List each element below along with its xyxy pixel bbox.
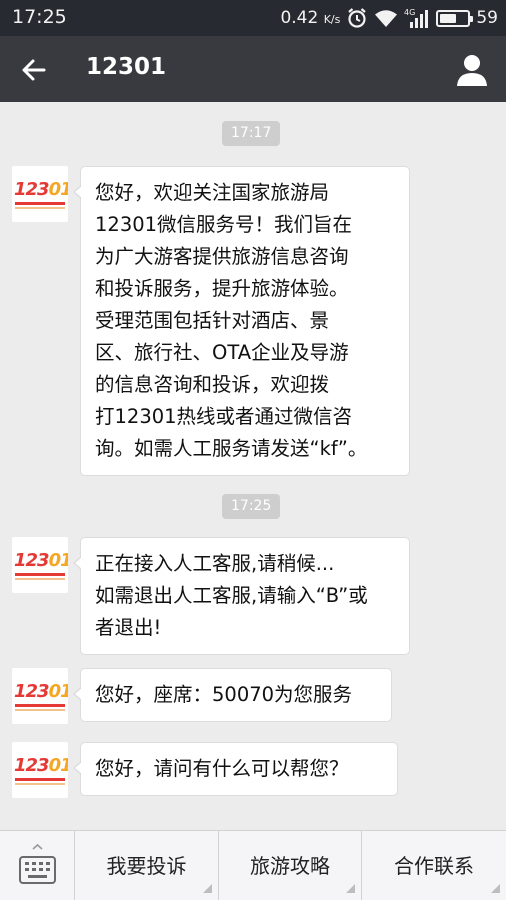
menu-item-label: 我要投诉 [106, 854, 187, 878]
keyboard-toggle-button[interactable] [0, 831, 75, 900]
message-line: 正在接入人工客服,请稍候... [95, 552, 335, 575]
message-line: 和投诉服务，提升旅游体验。 [95, 277, 349, 300]
status-icons: 0.42 K/s 4G 59 [274, 5, 498, 31]
network-type-label: 4G [404, 8, 415, 17]
network-speed: 0.42 K/s [280, 8, 340, 28]
message-line: 区、旅行社、OTA企业及导游 [95, 341, 349, 364]
message-bubble[interactable]: 正在接入人工客服,请稍候... 如需退出人工客服,请输入“B”或 者退出! [73, 537, 410, 655]
logo-underline-secondary [15, 709, 65, 711]
message-line: 的信息咨询和投诉，欢迎拨 [95, 373, 330, 396]
battery-level: 59 [476, 8, 498, 28]
submenu-corner-icon [203, 884, 212, 893]
logo-underline [15, 202, 65, 205]
logo-underline [15, 778, 65, 781]
network-speed-value: 0.42 [280, 8, 319, 28]
logo-underline [15, 573, 65, 576]
status-time: 17:25 [12, 6, 67, 28]
arrow-left-icon [22, 59, 46, 81]
chat-title: 12301 [86, 54, 167, 80]
logo-number-b: 01 [48, 179, 68, 200]
submenu-corner-icon [346, 884, 355, 893]
profile-button[interactable] [452, 50, 492, 90]
logo-number-a: 123 [14, 681, 50, 702]
message-line: 12301微信服务号！我们旨在 [95, 213, 353, 236]
menu-item-travel-guide[interactable]: 旅游攻略 [219, 831, 362, 900]
keyboard-icon [19, 843, 56, 884]
status-bar: 17:25 0.42 K/s 4G 59 [0, 0, 506, 36]
logo-number: 12301 [14, 550, 68, 571]
chat-timestamp: 17:25 [222, 494, 281, 519]
cellular-signal-icon: 4G [404, 7, 430, 29]
message-line: 如需退出人工客服,请输入“B”或 [95, 584, 368, 607]
logo-underline-secondary [15, 207, 65, 209]
alarm-clock-icon [346, 7, 368, 29]
logo-number: 12301 [14, 681, 68, 702]
avatar[interactable]: 12301 [12, 742, 68, 798]
message-bubble[interactable]: 您好，座席：50070为您服务 [73, 668, 392, 722]
message-line: 为广大游客提供旅游信息咨询 [95, 245, 349, 268]
logo-underline [15, 704, 65, 707]
battery-fill [440, 13, 456, 23]
logo-number-b: 01 [48, 550, 68, 571]
network-speed-unit: K/s [323, 13, 341, 26]
message-bubble[interactable]: 您好，请问有什么可以帮您？ [73, 742, 398, 796]
avatar[interactable]: 12301 [12, 166, 68, 222]
back-button[interactable] [14, 50, 54, 90]
chat-timestamp: 17:17 [222, 121, 281, 146]
logo-number: 12301 [14, 755, 68, 776]
message-line: 询。如需人工服务请发送“kf”。 [95, 437, 368, 460]
message-line: 者退出! [95, 616, 162, 639]
battery-icon [436, 9, 474, 27]
logo-number-a: 123 [14, 755, 50, 776]
message-line: 打12301热线或者通过微信咨 [95, 405, 353, 428]
person-icon [457, 55, 487, 86]
bottom-menu-bar: 我要投诉 旅游攻略 合作联系 [0, 830, 506, 900]
logo-underline-secondary [15, 783, 65, 785]
logo-number: 12301 [14, 179, 68, 200]
menu-item-complaint[interactable]: 我要投诉 [75, 831, 219, 900]
message-line: 受理范围包括针对酒店、景 [95, 309, 330, 332]
title-bar: 12301 [0, 36, 506, 102]
logo-number-b: 01 [48, 681, 68, 702]
message-line: 您好，请问有什么可以帮您？ [95, 757, 349, 780]
avatar[interactable]: 12301 [12, 537, 68, 593]
logo-underline-secondary [15, 578, 65, 580]
menu-item-label: 旅游攻略 [250, 854, 330, 878]
logo-number-a: 123 [14, 179, 50, 200]
logo-number-a: 123 [14, 550, 50, 571]
message-line: 您好，欢迎关注国家旅游局 [95, 181, 330, 204]
avatar[interactable]: 12301 [12, 668, 68, 724]
logo-number-b: 01 [48, 755, 68, 776]
wifi-icon [374, 8, 398, 28]
chat-area[interactable]: 17:17 12301 您好，欢迎关注国家旅游局 12301微信服务号！我们旨在… [0, 102, 506, 830]
menu-item-cooperation[interactable]: 合作联系 [362, 831, 506, 900]
message-bubble[interactable]: 您好，欢迎关注国家旅游局 12301微信服务号！我们旨在 为广大游客提供旅游信息… [73, 166, 410, 476]
submenu-corner-icon [491, 884, 500, 893]
message-line: 您好，座席：50070为您服务 [95, 683, 353, 706]
menu-item-label: 合作联系 [394, 854, 474, 878]
